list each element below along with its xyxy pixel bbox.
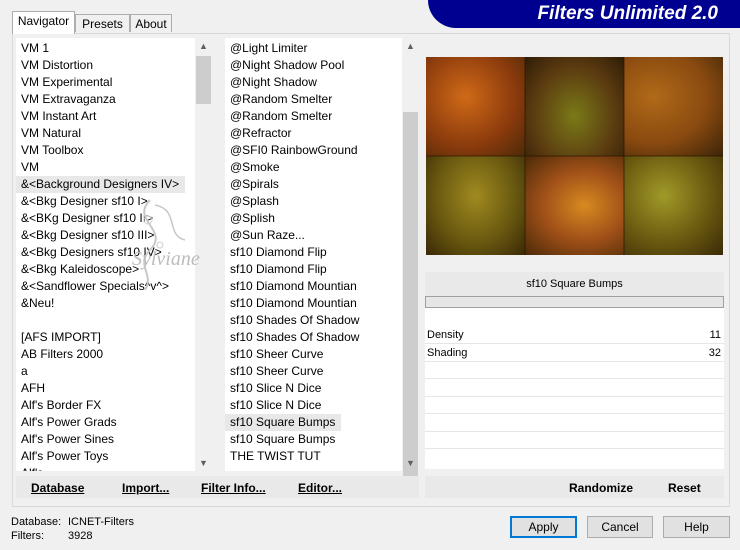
editor-button[interactable]: Editor...	[298, 481, 342, 495]
filter-scroll-thumb[interactable]	[403, 112, 418, 490]
filter-list-item[interactable]: @Random Smelter	[225, 91, 402, 108]
title-banner: Filters Unlimited 2.0	[428, 0, 740, 28]
filter-list-item[interactable]: @Splash	[225, 193, 402, 210]
banner-title: Filters Unlimited 2.0	[537, 3, 718, 24]
filter-name-label: sf10 Square Bumps	[425, 272, 724, 296]
category-list-item[interactable]: VM Experimental	[16, 74, 195, 91]
category-list-item[interactable]: VM Toolbox	[16, 142, 195, 159]
category-list-item[interactable]: AFH	[16, 380, 195, 397]
category-list-item[interactable]: Alf's Power Grads	[16, 414, 195, 431]
category-list-item[interactable]: Alf's Power Toys	[16, 448, 195, 465]
filter-list-item[interactable]: sf10 Diamond Mountian	[225, 278, 402, 295]
randomize-button[interactable]: Randomize	[569, 481, 633, 495]
filter-list-item[interactable]: sf10 Square Bumps	[225, 431, 402, 448]
category-scroll-thumb[interactable]	[196, 56, 211, 104]
import-button[interactable]: Import...	[122, 481, 169, 495]
filter-list-item[interactable]: sf10 Sheer Curve	[225, 363, 402, 380]
tab-navigator[interactable]: Navigator	[12, 11, 75, 34]
filter-list-item[interactable]: sf10 Slice N Dice	[225, 380, 402, 397]
category-list-item[interactable]: Alf's Border FX	[16, 397, 195, 414]
filter-list-item[interactable]: sf10 Slice N Dice	[225, 397, 402, 414]
param-value-shading[interactable]: 32	[709, 347, 721, 359]
filter-list-item[interactable]: @Splish	[225, 210, 402, 227]
category-list-item[interactable]: &<Background Designers IV>	[16, 176, 186, 193]
param-label-shading: Shading	[427, 347, 468, 359]
tab-presets[interactable]: Presets	[75, 14, 130, 32]
filter-list-item[interactable]: THE TWIST TUT	[225, 448, 402, 465]
category-list-item[interactable]: Alf's Power Sines	[16, 431, 195, 448]
category-list-item[interactable]: VM Distortion	[16, 57, 195, 74]
category-list-item[interactable]: &Neu!	[16, 295, 195, 312]
filter-list-item[interactable]: sf10 Shades Of Shadow	[225, 312, 402, 329]
up-arrow-icon[interactable]: ▲	[402, 38, 419, 54]
param-label-density: Density	[427, 329, 464, 341]
up-arrow-icon[interactable]: ▲	[195, 38, 212, 54]
category-scrollbar[interactable]: ▲ ▼	[195, 38, 212, 471]
database-button[interactable]: Database	[31, 481, 84, 495]
filter-list-item[interactable]: sf10 Diamond Mountian	[225, 295, 402, 312]
category-list-item[interactable]: VM Instant Art	[16, 108, 195, 125]
category-list-item[interactable]: Alf's...	[16, 465, 195, 471]
category-list-item[interactable]: &<Bkg Designer sf10 III>	[16, 227, 195, 244]
category-list-item[interactable]: VM	[16, 159, 195, 176]
filter-list-item[interactable]: sf10 Square Bumps	[225, 414, 342, 431]
filter-list-item[interactable]: @Night Shadow	[225, 74, 402, 91]
filters-label: Filters:	[11, 530, 44, 542]
filter-list-item[interactable]: @Light Limiter	[225, 40, 402, 57]
filter-info-button[interactable]: Filter Info...	[201, 481, 266, 495]
category-list-item[interactable]: &<Sandflower Specials^v^>	[16, 278, 195, 295]
parameter-panel: sf10 Square Bumps Density 11 Shading 32	[425, 272, 724, 469]
reset-button[interactable]: Reset	[668, 481, 701, 495]
apply-button[interactable]: Apply	[510, 516, 577, 538]
filter-list-item[interactable]: @Night Shadow Pool	[225, 57, 402, 74]
param-value-density[interactable]: 11	[710, 329, 721, 341]
database-label: Database:	[11, 516, 62, 528]
filter-list-item[interactable]: sf10 Sheer Curve	[225, 346, 402, 363]
filter-list-item[interactable]: @Refractor	[225, 125, 402, 142]
filter-list-item[interactable]: sf10 Shades Of Shadow	[225, 329, 402, 346]
category-list-item[interactable]: &<Bkg Designer sf10 I>	[16, 193, 195, 210]
category-list-item[interactable]: AB Filters 2000	[16, 346, 195, 363]
down-arrow-icon[interactable]: ▼	[195, 455, 212, 471]
filter-list-item[interactable]: sf10 Diamond Flip	[225, 261, 402, 278]
filter-list-item[interactable]: sf10 Diamond Flip	[225, 244, 402, 261]
filter-scrollbar[interactable]: ▲ ▼	[402, 38, 419, 490]
category-list-item[interactable]: &<Bkg Kaleidoscope>	[16, 261, 195, 278]
category-list[interactable]: VM 1 VM Distortion VM Experimental VM Extra…	[16, 38, 195, 471]
help-button[interactable]: Help	[663, 516, 730, 538]
filter-list[interactable]: @Light Limiter @Night Shadow Pool @Night S…	[225, 38, 402, 471]
category-list-item[interactable]	[16, 312, 195, 329]
tab-about[interactable]: About	[130, 14, 172, 32]
category-list-item[interactable]: &<Bkg Designers sf10 IV>	[16, 244, 195, 261]
filter-progress-bar	[425, 296, 724, 308]
filter-preview-image	[426, 57, 723, 255]
filter-list-item[interactable]: @Smoke	[225, 159, 402, 176]
filter-list-item[interactable]: @SFI0 RainbowGround	[225, 142, 402, 159]
filter-list-item[interactable]: @Sun Raze...	[225, 227, 402, 244]
category-list-item[interactable]: [AFS IMPORT]	[16, 329, 195, 346]
down-arrow-icon[interactable]: ▼	[402, 455, 419, 471]
category-list-item[interactable]: &<BKg Designer sf10 II>	[16, 210, 195, 227]
filters-count: 3928	[68, 530, 93, 542]
category-list-item[interactable]: VM 1	[16, 40, 195, 57]
category-list-item[interactable]: VM Extravaganza	[16, 91, 195, 108]
category-list-item[interactable]: a	[16, 363, 195, 380]
database-value: ICNET-Filters	[68, 516, 134, 528]
filter-list-item[interactable]: @Random Smelter	[225, 108, 402, 125]
filter-list-item[interactable]: @Spirals	[225, 176, 402, 193]
cancel-button[interactable]: Cancel	[587, 516, 653, 538]
category-list-item[interactable]: VM Natural	[16, 125, 195, 142]
